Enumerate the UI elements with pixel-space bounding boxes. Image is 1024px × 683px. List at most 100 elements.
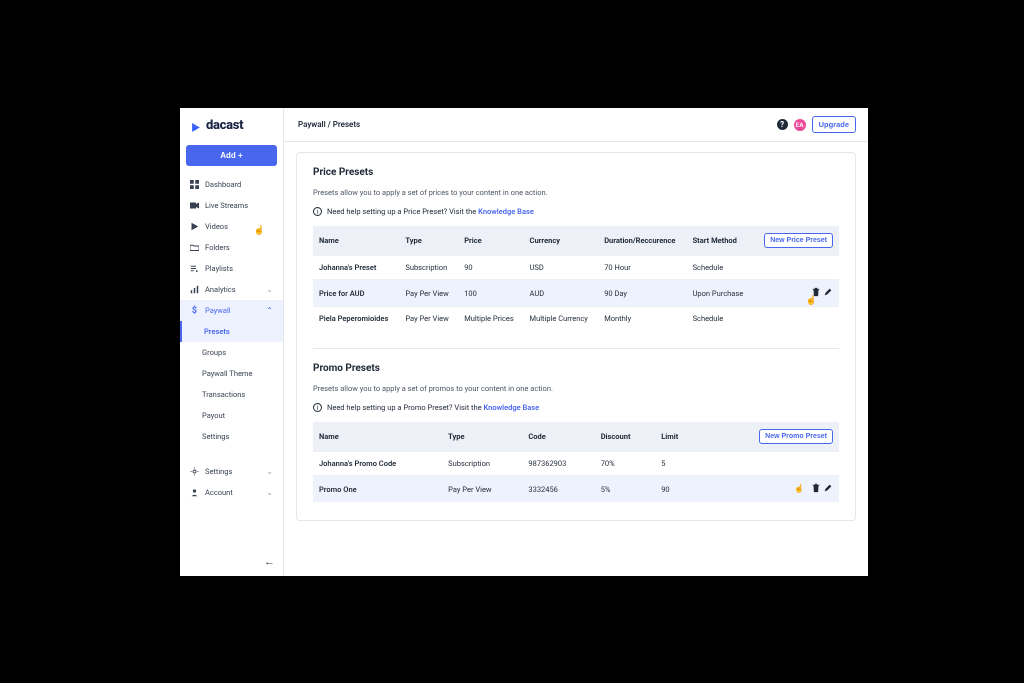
cell-currency: Multiple Currency [524, 307, 599, 331]
cell-name: Johanna's Promo Code [313, 452, 442, 476]
col-start: Start Method [687, 226, 754, 256]
table-row[interactable]: Piela Peperomioides Pay Per View Multipl… [313, 307, 839, 331]
sidebar-subitem-groups[interactable]: Groups [180, 342, 283, 363]
upgrade-button[interactable]: Upgrade [812, 116, 856, 133]
sidebar-item-label: Payout [202, 411, 225, 420]
sidebar-item-account[interactable]: Account ⌄ [180, 482, 283, 503]
sidebar-subitem-transactions[interactable]: Transactions [180, 384, 283, 405]
sidebar-item-label: Videos [205, 222, 228, 231]
breadcrumb-current: Presets [333, 120, 360, 129]
sidebar-item-dashboard[interactable]: Dashboard [180, 174, 283, 195]
cell-duration: 70 Hour [598, 256, 686, 280]
cell-name: Promo One [313, 476, 442, 503]
promo-presets-table: Name Type Code Discount Limit New Promo … [313, 422, 839, 502]
table-row[interactable]: Johanna's Preset Subscription 90 USD 70 … [313, 256, 839, 280]
col-type: Type [399, 226, 458, 256]
sidebar-item-settings-bottom[interactable]: Settings ⌄ [180, 461, 283, 482]
table-header-row: Name Type Price Currency Duration/Reccur… [313, 226, 839, 256]
row-actions: ☝ [715, 476, 839, 503]
cell-duration: 90 Day [598, 280, 686, 307]
sidebar-item-label: Paywall [205, 306, 231, 315]
sidebar-item-playlists[interactable]: Playlists [180, 258, 283, 279]
row-actions [715, 452, 839, 476]
sidebar-subitem-settings[interactable]: Settings [180, 426, 283, 447]
play-icon [190, 222, 199, 231]
row-actions [753, 307, 839, 331]
table-row[interactable]: Johanna's Promo Code Subscription 987362… [313, 452, 839, 476]
sidebar-item-videos[interactable]: Videos ☝ [180, 216, 283, 237]
promo-presets-desc: Presets allow you to apply a set of prom… [313, 384, 839, 393]
col-action: New Price Preset [753, 226, 839, 256]
main-area: Paywall / Presets ? EA Upgrade Price Pre… [284, 108, 868, 576]
collapse-sidebar-icon[interactable]: ← [264, 555, 275, 568]
chevron-down-icon: ⌄ [266, 488, 273, 497]
cell-price: 90 [458, 256, 523, 280]
knowledge-base-link[interactable]: Knowledge Base [483, 403, 539, 412]
cell-start: Upon Purchase [687, 280, 754, 307]
price-presets-desc: Presets allow you to apply a set of pric… [313, 188, 839, 197]
cell-discount: 5% [595, 476, 656, 503]
sidebar-item-label: Analytics [205, 285, 236, 294]
person-icon [190, 488, 199, 497]
sidebar-item-label: Folders [205, 243, 230, 252]
table-row[interactable]: Price for AUD Pay Per View 100 AUD 90 Da… [313, 280, 839, 307]
new-promo-preset-button[interactable]: New Promo Preset [759, 429, 833, 444]
add-button[interactable]: Add + [186, 145, 277, 166]
sidebar-item-live-streams[interactable]: Live Streams [180, 195, 283, 216]
cursor-icon: ☝ [254, 226, 265, 236]
cell-type: Subscription [399, 256, 458, 280]
edit-icon[interactable] [823, 287, 833, 299]
help-text: Need help setting up a Promo Preset? Vis… [327, 403, 539, 412]
playlist-icon [190, 264, 199, 273]
sidebar-subitem-paywall-theme[interactable]: Paywall Theme [180, 363, 283, 384]
sidebar-subitem-payout[interactable]: Payout [180, 405, 283, 426]
price-presets-title: Price Presets [313, 167, 839, 178]
cell-code: 3332456 [522, 476, 594, 503]
cell-discount: 70% [595, 452, 656, 476]
price-presets-helpline: i Need help setting up a Price Preset? V… [313, 207, 839, 216]
gear-icon [190, 467, 199, 476]
col-currency: Currency [524, 226, 599, 256]
info-icon: i [313, 403, 322, 412]
col-discount: Discount [595, 422, 656, 452]
col-name: Name [313, 422, 442, 452]
sidebar-item-label: Dashboard [205, 180, 241, 189]
cell-name: Johanna's Preset [313, 256, 399, 280]
sidebar-item-analytics[interactable]: Analytics ⌄ [180, 279, 283, 300]
cell-price: Multiple Prices [458, 307, 523, 331]
cell-type: Pay Per View [399, 307, 458, 331]
cell-spacer [697, 476, 714, 503]
sidebar-item-paywall[interactable]: $ Paywall ⌃ [180, 300, 283, 321]
new-price-preset-button[interactable]: New Price Preset [764, 233, 833, 248]
trash-icon[interactable] [811, 483, 821, 495]
sidebar-item-label: Live Streams [205, 201, 248, 210]
breadcrumb-parent[interactable]: Paywall [298, 120, 326, 129]
analytics-icon [190, 285, 199, 294]
help-icon[interactable]: ? [777, 119, 788, 130]
chevron-down-icon: ⌄ [266, 285, 273, 294]
promo-presets-helpline: i Need help setting up a Promo Preset? V… [313, 403, 839, 412]
content: Price Presets Presets allow you to apply… [284, 142, 868, 576]
sidebar-item-label: Groups [202, 348, 226, 357]
cell-start: Schedule [687, 307, 754, 331]
edit-icon[interactable] [823, 483, 833, 495]
help-text: Need help setting up a Price Preset? Vis… [327, 207, 534, 216]
col-limit: Limit [655, 422, 697, 452]
cell-spacer [697, 452, 714, 476]
knowledge-base-link[interactable]: Knowledge Base [478, 207, 534, 216]
avatar[interactable]: EA [794, 119, 806, 131]
cell-currency: USD [524, 256, 599, 280]
trash-icon[interactable] [811, 287, 821, 299]
cell-type: Pay Per View [442, 476, 522, 503]
table-row[interactable]: Promo One Pay Per View 3332456 5% 90 ☝ [313, 476, 839, 503]
brand-logo: dacast [180, 108, 283, 141]
cell-type: Pay Per View [399, 280, 458, 307]
sidebar-item-folders[interactable]: Folders [180, 237, 283, 258]
row-actions [753, 256, 839, 280]
sidebar: dacast Add + Dashboard Live Streams Vide… [180, 108, 284, 576]
col-code: Code [522, 422, 594, 452]
col-name: Name [313, 226, 399, 256]
cursor-icon: ☝ [794, 484, 804, 493]
cell-limit: 5 [655, 452, 697, 476]
sidebar-subitem-presets[interactable]: Presets [180, 321, 283, 342]
